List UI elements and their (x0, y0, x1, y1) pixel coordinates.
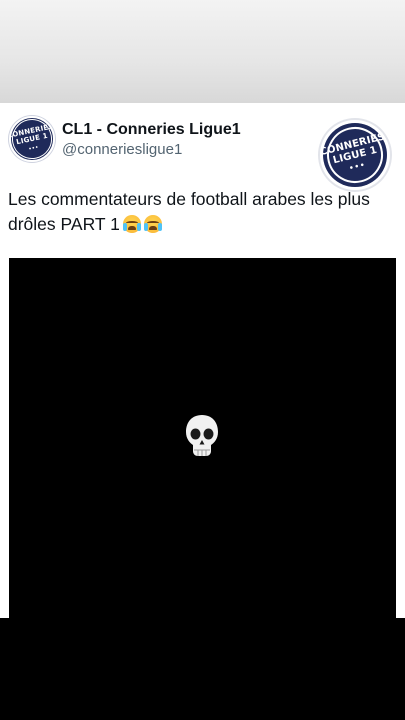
social-icons-row: ●●● (28, 143, 40, 151)
top-blur-area (0, 0, 405, 103)
skull-icon (186, 415, 218, 456)
social-icons-row: ●●● (348, 161, 367, 172)
loudly-crying-face-icon (122, 215, 141, 233)
tweet-text: Les commentateurs de football arabes les… (8, 187, 393, 237)
display-name[interactable]: CL1 - Conneries Ligue1 (62, 121, 241, 139)
avatar[interactable]: CONNERIES LIGUE 1 ●●● (9, 116, 55, 162)
user-handle[interactable]: @conneriesligue1 (62, 141, 182, 158)
video-media[interactable] (9, 258, 396, 620)
avatar-logo: CONNERIES LIGUE 1 ●●● (11, 118, 53, 160)
tweet-body: Les commentateurs de football arabes les… (8, 189, 370, 234)
loudly-crying-face-icon (143, 215, 162, 233)
corner-logo: CONNERIES LIGUE 1 ●●● (319, 120, 390, 190)
tweet-card: CONNERIES LIGUE 1 ●●● CL1 - Conneries Li… (0, 103, 405, 620)
